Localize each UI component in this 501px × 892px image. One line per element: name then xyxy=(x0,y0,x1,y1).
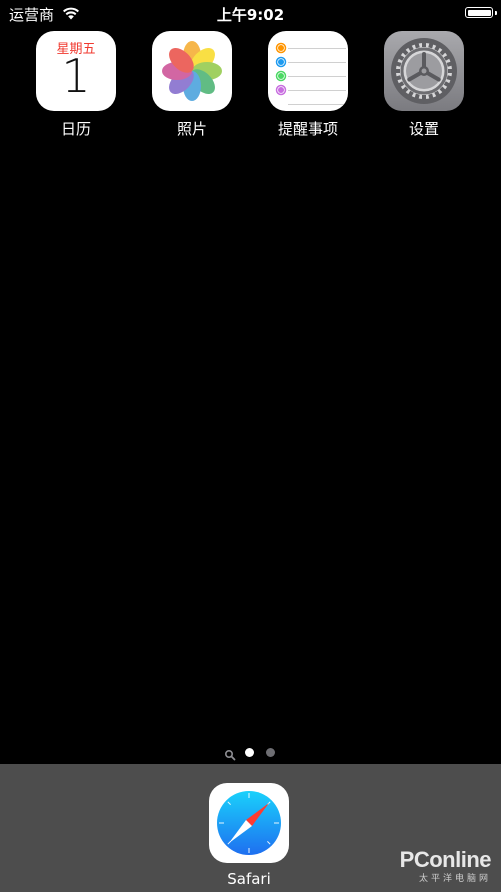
photos-icon[interactable] xyxy=(152,31,232,111)
reminders-icon[interactable] xyxy=(268,31,348,111)
app-reminders[interactable]: 提醒事项 xyxy=(268,31,348,139)
watermark-logo: PConline xyxy=(399,847,492,872)
dock-app-safari[interactable]: Safari xyxy=(209,783,289,888)
battery-nub xyxy=(494,11,497,15)
battery-fill xyxy=(467,9,491,16)
settings-gear-icon[interactable] xyxy=(384,31,464,111)
clock-time: 上午9:02 xyxy=(216,6,285,24)
spotlight-search-icon[interactable] xyxy=(224,746,236,761)
calendar-icon[interactable]: 星期五 1 xyxy=(36,31,116,111)
watermark: PConline 太平洋电脑网 xyxy=(399,847,492,884)
safari-compass-icon[interactable] xyxy=(209,783,289,863)
battery-icon xyxy=(465,7,497,18)
calendar-day-number: 1 xyxy=(61,49,91,103)
app-label-settings: 设置 xyxy=(408,120,439,138)
app-label-reminders: 提醒事项 xyxy=(277,120,338,138)
page-dot[interactable] xyxy=(266,748,275,757)
app-calendar[interactable]: 星期五 1 日历 xyxy=(36,31,116,139)
page-dot-current[interactable] xyxy=(245,748,254,757)
status-bar: 运营商 上午9:02 xyxy=(0,0,501,28)
app-settings[interactable]: 设置 xyxy=(384,31,464,139)
page-indicator[interactable] xyxy=(0,746,501,761)
dock-label-safari: Safari xyxy=(227,870,271,888)
app-photos[interactable]: 照片 xyxy=(152,31,232,139)
dock: Safari PConline 太平洋电脑网 xyxy=(0,764,501,892)
app-label-calendar: 日历 xyxy=(60,120,91,138)
app-label-photos: 照片 xyxy=(176,120,207,138)
